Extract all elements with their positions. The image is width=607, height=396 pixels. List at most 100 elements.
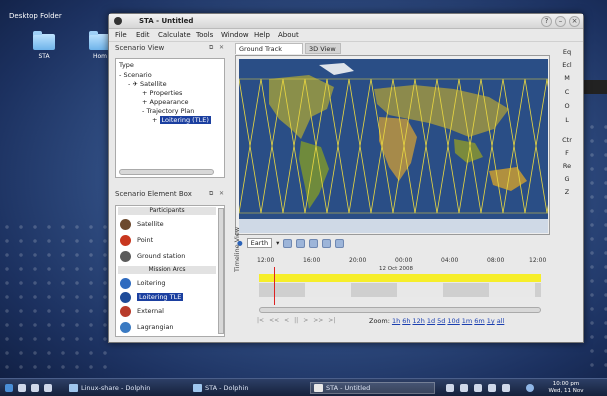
app-icon[interactable] (114, 17, 122, 25)
btn-o[interactable]: O (560, 102, 574, 110)
zoom-icon[interactable] (283, 238, 293, 248)
element-box-scrollbar[interactable] (218, 208, 224, 334)
zoom-link-all[interactable]: all (497, 317, 505, 325)
network-icon[interactable] (446, 384, 454, 392)
btn-ecl[interactable]: Ecl (560, 61, 574, 69)
desktop-wallpaper-pattern (585, 120, 607, 370)
layers-icon[interactable] (296, 238, 306, 248)
volume-icon[interactable] (460, 384, 468, 392)
tab-ground-track-view[interactable]: Ground Track View (235, 43, 303, 64)
zoom-link-5d[interactable]: 5d (437, 317, 445, 325)
zoom-link-1h[interactable]: 1h (392, 317, 400, 325)
help-icon[interactable]: ? (541, 16, 552, 27)
timeline-tick: 16:00 (303, 257, 321, 264)
browser-icon[interactable] (44, 384, 52, 392)
grid-icon[interactable] (322, 238, 332, 248)
menu-edit[interactable]: Edit (136, 31, 150, 39)
close-icon[interactable]: × (569, 16, 580, 27)
tree-item-appearance[interactable]: + Appearance (142, 98, 189, 106)
play-last-button[interactable]: >| (328, 317, 335, 324)
playback-controls: |< << < || > >> >| (257, 317, 335, 324)
menu-window[interactable]: Window (221, 31, 249, 39)
element-external[interactable]: External (120, 304, 164, 318)
group-participants[interactable]: Participants (118, 207, 216, 215)
btn-f[interactable]: F (560, 149, 574, 157)
task-sta-untitled[interactable]: STA - Untitled (310, 382, 435, 394)
btn-c[interactable]: C (560, 88, 574, 96)
menu-help[interactable]: Help (254, 31, 270, 39)
ground-track-map[interactable] (235, 55, 550, 235)
clock-time: 10:00 pm (552, 381, 580, 387)
zoom-controls: Zoom: 1h 6h 12h 1d 5d 10d 1m 6m 1y all (369, 317, 504, 325)
current-time-marker[interactable] (274, 267, 275, 305)
desktop-widget (580, 80, 607, 94)
play-button[interactable]: > (303, 317, 308, 324)
element-satellite[interactable]: Satellite (120, 217, 164, 231)
pane-close-icon[interactable]: ✕ (219, 190, 224, 197)
kde-menu-icon[interactable] (5, 384, 13, 392)
btn-g[interactable]: G (560, 175, 574, 183)
element-point[interactable]: Point (120, 233, 153, 247)
btn-l[interactable]: L (560, 116, 574, 124)
element-loitering[interactable]: Loitering (120, 276, 166, 290)
point-icon (120, 234, 131, 246)
desktop-wallpaper-pattern (0, 220, 110, 370)
menu-file[interactable]: File (115, 31, 127, 39)
btn-re[interactable]: Re (560, 162, 574, 170)
zoom-link-12h[interactable]: 12h (412, 317, 424, 325)
menu-calculate[interactable]: Calculate (158, 31, 191, 39)
chevron-down-icon[interactable]: ▾ (276, 239, 279, 247)
btn-z[interactable]: Z (560, 188, 574, 196)
zoom-link-10d[interactable]: 10d (447, 317, 459, 325)
settings-icon[interactable] (335, 238, 345, 248)
zoom-link-1m[interactable]: 1m (462, 317, 472, 325)
tree-horizontal-scrollbar[interactable] (119, 169, 214, 175)
tree-item-loitering-tle[interactable]: + Loitering (TLE) (152, 116, 211, 124)
tree-item-scenario[interactable]: - Scenario (119, 71, 152, 79)
pane-close-icon[interactable]: ✕ (219, 44, 224, 51)
play-back-button[interactable]: < (284, 317, 289, 324)
tree-item-properties[interactable]: + Properties (142, 89, 182, 97)
folder-icon (69, 384, 78, 392)
title-bar[interactable]: STA - Untitled ? – × (109, 14, 583, 29)
clipboard-icon[interactable] (474, 384, 482, 392)
btn-ctr[interactable]: Ctr (560, 136, 574, 144)
tree-item-satellite[interactable]: - ✈ Satellite (128, 80, 167, 88)
scenario-tree: Type - Scenario - ✈ Satellite + Properti… (115, 58, 225, 178)
btn-m[interactable]: M (560, 74, 574, 82)
task-sta-dolphin[interactable]: STA - Dolphin (190, 382, 251, 394)
menu-tools[interactable]: Tools (196, 31, 213, 39)
desktop-icon-label: STA (38, 53, 50, 60)
battery-icon[interactable] (488, 384, 496, 392)
tree-item-trajectory-plan[interactable]: - Trajectory Plan (142, 107, 194, 115)
file-manager-icon[interactable] (31, 384, 39, 392)
desktop-icon-sta[interactable]: STA (31, 31, 57, 64)
group-mission-arcs[interactable]: Mission Arcs (118, 266, 216, 274)
minimize-icon[interactable]: – (555, 16, 566, 27)
notifications-icon[interactable] (502, 384, 510, 392)
zoom-link-1d[interactable]: 1d (427, 317, 435, 325)
fast-forward-button[interactable]: >> (313, 317, 323, 324)
body-select[interactable]: Earth (246, 238, 273, 248)
globe-icon[interactable] (526, 384, 534, 392)
zoom-link-6h[interactable]: 6h (402, 317, 410, 325)
mission-arc-bar[interactable] (259, 274, 541, 282)
desktop-icon[interactable] (18, 384, 26, 392)
zoom-link-6m[interactable]: 6m (474, 317, 484, 325)
tab-3d-view[interactable]: 3D View (305, 43, 341, 54)
clock[interactable]: 10:00 pm Wed, 11 Nov (546, 381, 586, 395)
pane-float-icon[interactable]: ⧉ (209, 44, 213, 52)
element-ground-station[interactable]: Ground station (120, 249, 185, 263)
play-rewind-button[interactable]: << (269, 317, 279, 324)
timeline-scrollbar[interactable] (259, 307, 541, 313)
task-linux-share-dolphin[interactable]: Linux-share - Dolphin (66, 382, 153, 394)
btn-eq[interactable]: Eq (560, 48, 574, 56)
pane-float-icon[interactable]: ⧉ (209, 190, 213, 198)
element-loitering-tle[interactable]: Loitering TLE (120, 290, 184, 304)
play-first-button[interactable]: |< (257, 317, 264, 324)
terrain-icon[interactable] (309, 238, 319, 248)
zoom-link-1y[interactable]: 1y (487, 317, 495, 325)
menu-about[interactable]: About (278, 31, 299, 39)
pause-button[interactable]: || (294, 317, 298, 324)
element-lagrangian[interactable]: Lagrangian (120, 320, 174, 334)
